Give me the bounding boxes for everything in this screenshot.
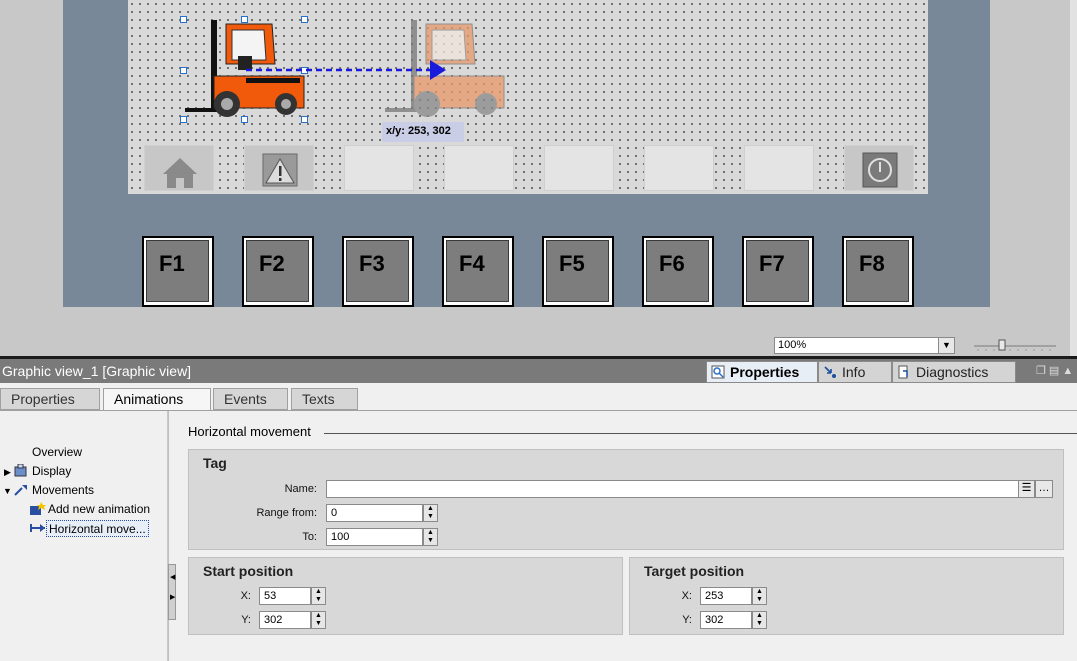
function-key-f3[interactable]: F3 — [342, 236, 414, 307]
tree-item-add-new-animation[interactable]: Add new animation — [48, 501, 150, 518]
tab-diagnostics-label: Diagnostics — [916, 364, 989, 380]
range-from-label: Range from: — [256, 507, 317, 519]
function-key-label: F6 — [646, 240, 709, 302]
soft-key-7[interactable] — [744, 145, 814, 191]
function-key-f1[interactable]: F1 — [142, 236, 214, 307]
zoom-select[interactable]: 100% ▼ — [774, 337, 955, 354]
tab-info[interactable]: Info — [818, 361, 892, 383]
section-title: Horizontal movement — [188, 424, 311, 439]
function-key-f7[interactable]: F7 — [742, 236, 814, 307]
function-key-f6[interactable]: F6 — [642, 236, 714, 307]
divider — [324, 433, 1077, 434]
function-key-label: F8 — [846, 240, 909, 302]
tag-list-icon[interactable]: ☰ — [1018, 480, 1035, 498]
selection-handle[interactable] — [241, 16, 248, 23]
tag-group: Tag Name: ☰ … Range from: 0 ▲ ▼ To: 100 ▲… — [188, 449, 1064, 550]
tree-item-movements[interactable]: Movements — [32, 482, 94, 499]
coordinate-readout: x/y: 253, 302 — [382, 122, 464, 142]
motion-path-arrow[interactable] — [244, 60, 448, 82]
to-label: To: — [302, 531, 317, 543]
zoom-slider[interactable] — [972, 338, 1058, 352]
properties-icon — [711, 365, 725, 379]
subtab-animations[interactable]: Animations — [103, 388, 211, 411]
tab-info-label: Info — [842, 364, 866, 380]
start-y-input[interactable]: 302 — [259, 611, 311, 629]
soft-key-alarm[interactable] — [244, 145, 314, 191]
selection-handle[interactable] — [301, 16, 308, 23]
display-icon — [14, 464, 27, 477]
target-x-input[interactable]: 253 — [700, 587, 752, 605]
tree-item-display[interactable]: Display — [32, 463, 71, 480]
soft-key-home[interactable] — [144, 145, 214, 191]
target-y-input[interactable]: 302 — [700, 611, 752, 629]
power-icon — [862, 152, 898, 188]
function-key-label: F1 — [146, 240, 209, 302]
target-x-spinner[interactable]: ▲ ▼ — [752, 587, 767, 605]
target-y-label: Y: — [682, 614, 692, 626]
selection-handle[interactable] — [180, 116, 187, 123]
tree-item-horizontal-movement[interactable]: Horizontal move... — [46, 520, 149, 537]
chevron-right-icon[interactable]: ▶ — [4, 467, 11, 478]
tab-properties[interactable]: Properties — [706, 361, 818, 383]
vertical-scrollbar[interactable] — [1070, 0, 1077, 356]
subtab-properties[interactable]: Properties — [0, 388, 100, 410]
add-animation-icon — [30, 502, 46, 515]
selection-handle[interactable] — [301, 116, 308, 123]
function-key-f2[interactable]: F2 — [242, 236, 314, 307]
soft-key-4[interactable] — [444, 145, 514, 191]
soft-key-6[interactable] — [644, 145, 714, 191]
function-key-label: F7 — [746, 240, 809, 302]
tab-properties-label: Properties — [730, 364, 800, 380]
selection-handle[interactable] — [180, 16, 187, 23]
subtab-events[interactable]: Events — [213, 388, 288, 410]
range-from-spinner[interactable]: ▲ ▼ — [423, 504, 438, 522]
splitter[interactable] — [168, 411, 176, 661]
movements-icon — [14, 485, 27, 496]
function-key-f5[interactable]: F5 — [542, 236, 614, 307]
animation-tree: Overview ▶ Display ▼ Movements Add new a… — [0, 411, 168, 661]
window-controls[interactable]: ❐ ▤ ▲ — [1036, 364, 1076, 378]
function-key-f8[interactable]: F8 — [842, 236, 914, 307]
chevron-down-icon[interactable]: ▼ — [938, 338, 954, 353]
range-to-spinner[interactable]: ▲ ▼ — [423, 528, 438, 546]
diagnostics-icon — [898, 365, 908, 379]
start-position-title: Start position — [203, 563, 294, 579]
tag-group-title: Tag — [203, 455, 227, 471]
splitter-handle[interactable]: ◀ ▶ — [168, 564, 176, 620]
start-x-spinner[interactable]: ▲ ▼ — [311, 587, 326, 605]
chevron-down-icon[interactable]: ▼ — [3, 486, 12, 496]
tag-name-input[interactable] — [326, 480, 1019, 498]
info-icon — [824, 366, 836, 378]
tab-diagnostics[interactable]: Diagnostics — [892, 361, 1016, 383]
function-key-label: F4 — [446, 240, 509, 302]
target-position-title: Target position — [644, 563, 745, 579]
target-y-spinner[interactable]: ▲ ▼ — [752, 611, 767, 629]
name-label: Name: — [284, 483, 317, 495]
soft-key-5[interactable] — [544, 145, 614, 191]
selection-handle[interactable] — [180, 67, 187, 74]
range-to-input[interactable]: 100 — [326, 528, 423, 546]
soft-key-3[interactable] — [344, 145, 414, 191]
horizontal-movement-icon — [30, 524, 45, 532]
subtab-texts[interactable]: Texts — [291, 388, 358, 410]
home-icon — [163, 158, 197, 188]
function-key-label: F3 — [346, 240, 409, 302]
start-y-spinner[interactable]: ▲ ▼ — [311, 611, 326, 629]
warning-icon — [262, 153, 298, 187]
range-from-input[interactable]: 0 — [326, 504, 423, 522]
tree-item-overview[interactable]: Overview — [32, 444, 82, 461]
selection-handle[interactable] — [241, 116, 248, 123]
target-x-label: X: — [681, 590, 692, 602]
start-x-label: X: — [240, 590, 251, 602]
function-key-f4[interactable]: F4 — [442, 236, 514, 307]
function-key-label: F5 — [546, 240, 609, 302]
start-x-input[interactable]: 53 — [259, 587, 311, 605]
zoom-value: 100% — [778, 339, 807, 351]
soft-key-exit[interactable] — [844, 145, 914, 191]
target-position-group: Target position X: 253 ▲ ▼ Y: 302 ▲ ▼ — [629, 557, 1064, 635]
start-position-group: Start position X: 53 ▲ ▼ Y: 302 ▲ ▼ — [188, 557, 623, 635]
function-key-label: F2 — [246, 240, 309, 302]
start-y-label: Y: — [241, 614, 251, 626]
browse-button[interactable]: … — [1035, 480, 1053, 498]
